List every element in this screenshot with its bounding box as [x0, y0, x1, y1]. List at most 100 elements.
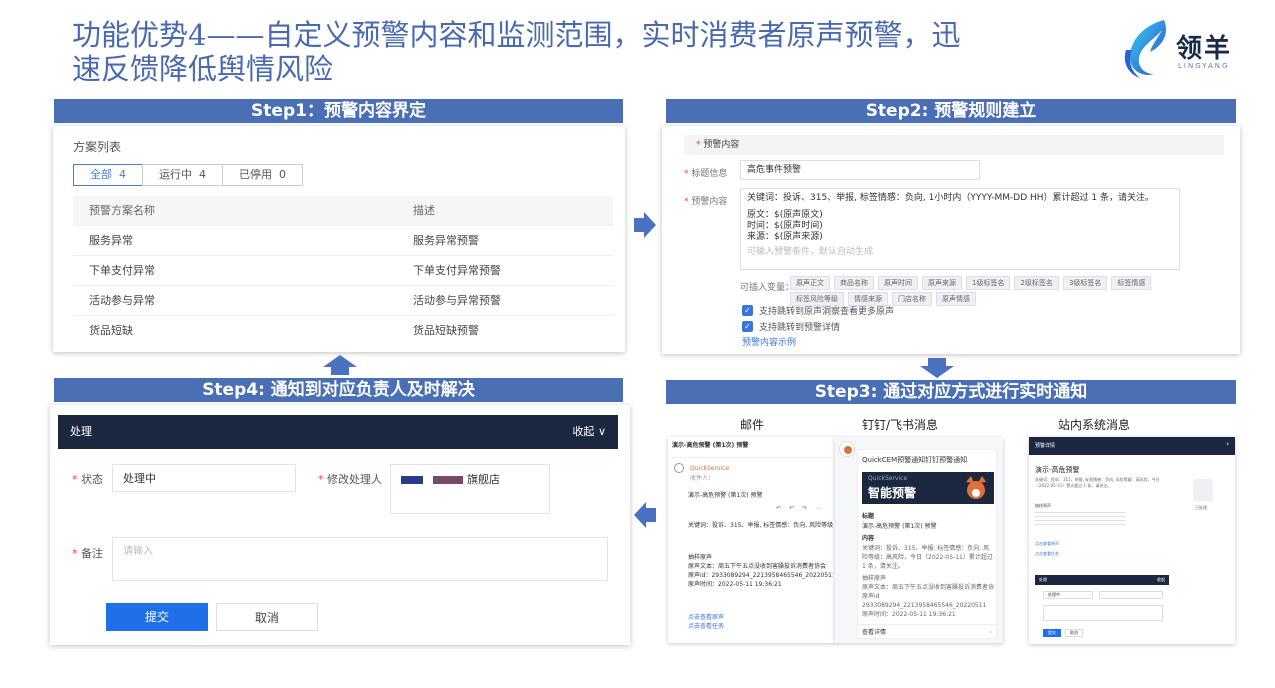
site-status: 已处理 [1195, 505, 1207, 510]
remark-textarea[interactable]: 请输入 [112, 537, 608, 581]
channel-dingtalk-label: 钉钉/飞书消息 [862, 418, 939, 432]
avatar [674, 463, 684, 473]
var-tag[interactable]: 2级标签名 [1014, 276, 1059, 290]
chevron-down-icon: ∨ [597, 425, 606, 438]
plan-desc: 下单支付异常预警 [413, 264, 501, 277]
status-select[interactable]: 处理中 [112, 464, 296, 492]
column-header-desc: 描述 [413, 204, 435, 217]
ding-view-detail-link[interactable]: 查看详情 [862, 628, 886, 637]
content-rule-text: 关键词：投诉、315、举报, 标签情感：负向, 1小时内（YYYY-MM-DD … [747, 193, 1155, 203]
bot-avatar [839, 441, 855, 457]
var-tag[interactable]: 3级标签名 [1062, 276, 1108, 290]
plan-name: 服务异常 [89, 234, 133, 247]
step3-bar: Step3: 通过对应方式进行实时通知 [666, 380, 1236, 404]
alert-content-textarea[interactable]: 关键词：投诉、315、举报, 标签情感：负向, 1小时内（YYYY-MM-DD … [740, 188, 1180, 270]
submit-button[interactable]: 提交 [106, 603, 208, 631]
fox-icon [844, 446, 852, 454]
fox-mascot-icon [966, 476, 986, 499]
mail-sample-id: 原声id：2933089294_2213958465546_20220511 [688, 572, 833, 579]
check-icon: ✓ [742, 321, 753, 332]
reply-all-icon[interactable]: ↶ [789, 505, 794, 512]
arrow-left-icon [634, 502, 656, 528]
tab-disabled[interactable]: 已停用 0 [222, 164, 303, 186]
content-var-time: 时间：$(原声时间) [747, 221, 823, 231]
var-tag[interactable]: 门店名称 [892, 292, 932, 306]
content-placeholder: 可输入预警条件，默认自动生成 [747, 247, 874, 257]
plan-desc: 活动参与异常预警 [413, 294, 501, 307]
step2-panel: * 预警内容 * 标题信息 高危事件预警 * 预警内容 关键词：投诉、315、举… [662, 126, 1240, 354]
logo-name: 领羊 [1176, 34, 1233, 64]
mail-recipient: 收件人： [690, 475, 715, 482]
ding-title-value: 演示-高危预警 (第1次) 预警 [862, 523, 937, 530]
step1-panel: 方案列表 全部 4 运行中 4 已停用 0 预警方案名称 描述 服务异常 服务异… [53, 126, 625, 352]
site-view-task-link[interactable]: 点击查看任务 [1035, 551, 1059, 557]
var-tag[interactable]: 原声时间 [878, 276, 918, 290]
site-status-input[interactable]: 处理中 [1043, 591, 1093, 599]
chevron-right-icon: › [989, 629, 992, 636]
table-header: 预警方案名称 描述 [73, 196, 613, 226]
close-icon[interactable]: › [1226, 440, 1229, 448]
mail-sample-text: 原声文本：周五下午五点没收到害臊投诉消费者协会 [688, 563, 827, 570]
var-tag[interactable]: 原声正文 [790, 276, 830, 290]
content-var-source: 来源：$(原声来源) [747, 232, 823, 242]
check-icon: ✓ [742, 305, 753, 316]
table-row[interactable]: 货品短缺 货品短缺预警 [73, 316, 613, 346]
table-row[interactable]: 活动参与异常 活动参与异常预警 [73, 286, 613, 316]
site-collapse-toggle[interactable]: 收起 [1157, 577, 1165, 583]
content-var-text: 原文：$(原声原文) [747, 210, 823, 220]
ding-content-value: 关键词：投诉、315、举报, 标签情感：负向, 风险等级：高风险，今日（2022… [862, 545, 993, 570]
title-info-label: * 标题信息 [684, 169, 728, 179]
site-view-sample-link[interactable]: 点击查看原声 [1035, 541, 1059, 547]
logo: 领羊 LINGYANG [1118, 16, 1238, 82]
banner-sub: QuickService [868, 475, 908, 482]
tab-running[interactable]: 运行中 4 [142, 164, 223, 186]
var-tag[interactable]: 原声情感 [936, 292, 976, 306]
arrow-down-icon [920, 358, 954, 378]
table-row[interactable]: 服务异常 服务异常预警 [73, 226, 613, 256]
process-title: 处理 [70, 425, 92, 438]
status-label: * 状态 [72, 473, 103, 486]
var-tag[interactable]: 1级标签名 [966, 276, 1011, 290]
title-info-input[interactable]: 高危事件预警 [740, 160, 980, 180]
var-tag[interactable]: 原声来源 [922, 276, 962, 290]
plan-name: 活动参与异常 [89, 294, 155, 307]
mail-view-task-link[interactable]: 点击查看任务 [688, 622, 724, 631]
ding-sample-title: 抽样原声 [862, 575, 887, 582]
ding-sample-id-label: 原声id [862, 593, 880, 600]
dingtalk-card: QuickCEM预警通知钉钉预警通知 QuickService 智能预警 标题 … [857, 449, 998, 639]
mail-view-sample-link[interactable]: 点击查看原声 [688, 613, 724, 622]
insert-vars-label: 可插入变量： [740, 283, 795, 293]
step1-bar: Step1：预警内容界定 [54, 99, 623, 123]
logo-subtitle: LINGYANG [1178, 62, 1230, 70]
more-icon[interactable]: ⋯ [815, 505, 821, 512]
tab-all[interactable]: 全部 4 [73, 164, 143, 186]
alert-example-link[interactable]: 预警内容示例 [742, 335, 796, 348]
mail-sender: QuickService [690, 465, 730, 472]
var-tag[interactable]: 标签情感 [1111, 276, 1152, 290]
reply-icon[interactable]: ↶ [776, 505, 781, 512]
var-tag[interactable]: 商品名称 [834, 276, 874, 290]
step4-panel: 处理 收起 ∨ * 状态 处理中 * 修改处理人 旗舰店 * 备注 请输入 提交… [50, 405, 630, 645]
step4-bar: Step4: 通知到对应负责人及时解决 [54, 378, 623, 402]
redacted-mark [433, 476, 463, 484]
site-cancel-button[interactable]: 取消 [1065, 629, 1083, 637]
ding-sample-time: 原声时间：2022-05-11 19:36:21 [862, 611, 956, 618]
forward-icon[interactable]: ↷ [802, 505, 807, 512]
cancel-button[interactable]: 取消 [216, 603, 318, 631]
banner-title: 智能预警 [868, 486, 917, 500]
dingtalk-app-title: QuickCEM预警通知钉钉预警通知 [862, 456, 968, 464]
mail-subject: 演示-高危预警 (第1次) 预警 [672, 442, 749, 449]
site-process-header: 处理 收起 [1035, 575, 1169, 585]
site-submit-button[interactable]: 提交 [1043, 629, 1061, 637]
handler-select[interactable]: 旗舰店 [390, 464, 550, 514]
site-remark-input[interactable] [1043, 605, 1163, 621]
plan-filter-tabs: 全部 4 运行中 4 已停用 0 [73, 164, 303, 186]
ding-title-heading: 标题 [862, 513, 875, 520]
collapse-toggle[interactable]: 收起 ∨ [572, 415, 606, 449]
variable-tags: 原声正文 商品名称 原声时间 原声来源 1级标签名 2级标签名 3级标签名 标签… [790, 276, 1170, 306]
table-row[interactable]: 下单支付异常 下单支付异常预警 [73, 256, 613, 286]
site-handler-input[interactable] [1099, 591, 1163, 599]
checkbox-jump-detail[interactable]: ✓ 支持跳转到预警详情 [742, 320, 840, 333]
site-message-screenshot: 预警详情 › 演示-高危预警 关键词：投诉、315、举报, 标签情感：负向, 风… [1029, 437, 1235, 644]
checkbox-jump-insight[interactable]: ✓ 支持跳转到原声洞察查看更多原声 [742, 304, 894, 317]
